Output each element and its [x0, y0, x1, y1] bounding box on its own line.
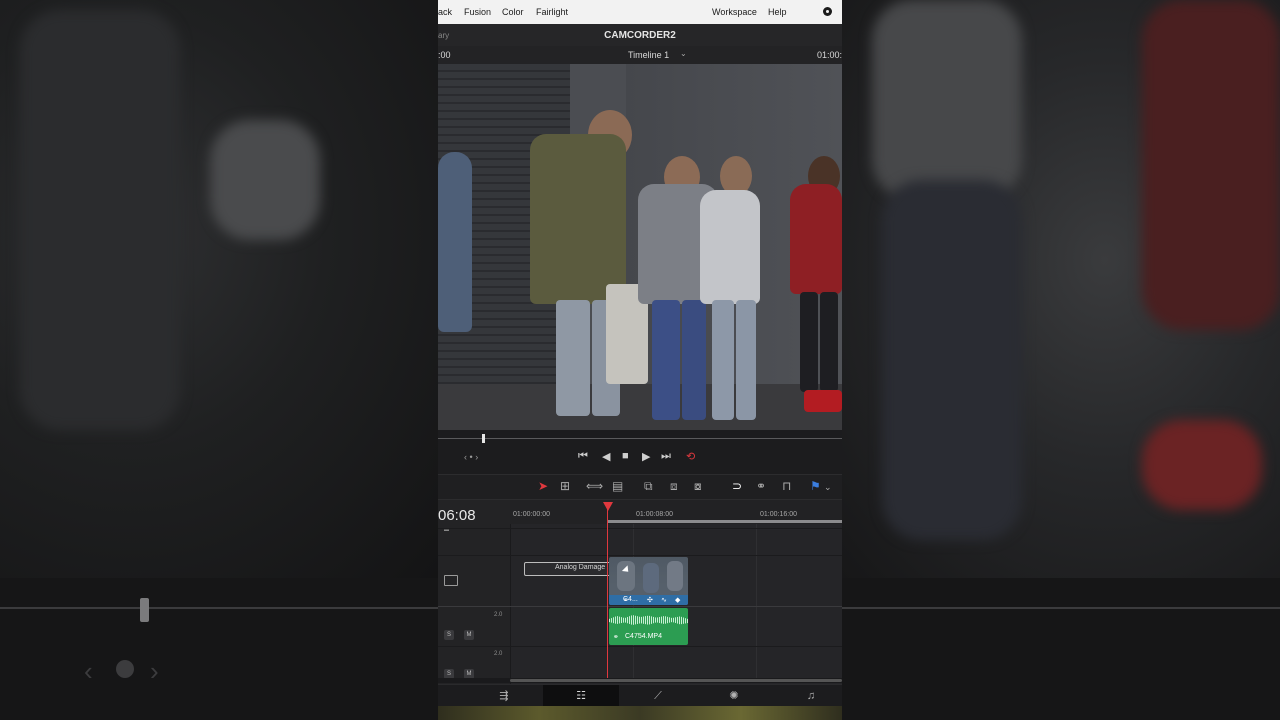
jog-right-icon[interactable]: ›	[475, 452, 478, 462]
audio-clip[interactable]: ⚭ C4754.MP4	[609, 608, 688, 645]
blade-tool-icon[interactable]: ▤	[612, 479, 623, 493]
link-icon: ⚭	[613, 634, 619, 641]
background-scrub-thumb	[140, 598, 149, 622]
solo-button[interactable]: S	[444, 630, 454, 640]
menu-item-fusion[interactable]: Fusion	[464, 7, 491, 17]
title-bar: ary CAMCORDER2	[438, 24, 842, 46]
title-clip-label: Analog Damage	[555, 564, 606, 571]
menu-bar: ack Fusion Color Fairlight Workspace Hel…	[438, 0, 842, 24]
go-to-end-icon[interactable]: ⏭	[661, 450, 671, 463]
loop-icon[interactable]: ⟲	[686, 450, 695, 463]
transport-controls: ‹ • › ⏮ ◀ ■ ▶ ⏭ ⟲	[438, 446, 842, 468]
track-divider	[438, 646, 842, 647]
ruler-tick-label: 01:00:00:00	[513, 511, 550, 518]
effects-icon: ✣	[647, 597, 653, 604]
video-viewer[interactable]	[438, 64, 842, 430]
record-icon[interactable]	[823, 7, 832, 16]
menu-item-fairlight[interactable]: Fairlight	[536, 7, 568, 17]
source-timecode: :00	[438, 50, 451, 60]
insert-clip-icon[interactable]: ⧉	[644, 479, 653, 494]
flag-icon[interactable]: ⚑	[810, 479, 821, 493]
background-right-panel	[842, 0, 1280, 578]
blurred-figure	[872, 0, 1022, 200]
grid-line	[756, 524, 757, 680]
chevron-down-icon[interactable]: ⌄	[680, 49, 687, 58]
blurred-figure	[1142, 420, 1262, 510]
video-track-icon	[444, 575, 458, 586]
track-divider	[438, 555, 842, 556]
playhead-handle[interactable]	[603, 502, 613, 511]
play-icon[interactable]: ▶	[642, 450, 650, 463]
blurred-figure	[882, 180, 1022, 540]
dynamic-trim-icon[interactable]: ⟺	[586, 479, 603, 493]
edit-toolbar: ➤ ⊞ ⟺ ▤ ⧉ ⧈ ⧇ ⊃ ⚭ ⊓ ⚑ ⌄	[438, 474, 842, 500]
chevron-left-icon: ‹	[84, 656, 93, 686]
jog-dot-icon[interactable]: •	[470, 452, 473, 462]
blurred-figure	[210, 120, 320, 240]
audio-channel-label: 2.0	[494, 612, 503, 618]
menu-item-color[interactable]: Color	[502, 7, 524, 17]
project-title: CAMCORDER2	[604, 30, 676, 41]
video-clip[interactable]: ⚭ C4... ✣ ∿ ◆	[609, 557, 688, 605]
playhead[interactable]	[607, 502, 608, 678]
jog-control[interactable]: ‹ • ›	[464, 452, 478, 462]
replace-clip-icon[interactable]: ⧇	[694, 479, 702, 494]
viewer-header: :00 Timeline 1 ⌄ 01:00:	[438, 46, 842, 64]
timeline-timecode: 06:08	[438, 507, 476, 524]
color-page-icon[interactable]: ✺	[696, 685, 772, 707]
page-navigation-bar: ⇶ ☷ ⟋ ✺ ♫	[438, 684, 842, 709]
cut-page-icon[interactable]: ⇶	[466, 685, 542, 707]
selection-tool-icon[interactable]: ➤	[538, 479, 548, 493]
fusion-page-icon[interactable]: ⟋	[620, 685, 696, 707]
background-scrub-line	[0, 607, 438, 609]
jog-left-icon[interactable]: ‹	[464, 452, 467, 462]
viewer-scrub-handle[interactable]	[482, 434, 485, 443]
keyframe-icon: ◆	[675, 597, 681, 604]
ruler-tick-label: 01:00:16:00	[760, 511, 797, 518]
snapping-icon[interactable]: ⊃	[732, 479, 742, 493]
viewer-scrub-bar[interactable]	[438, 438, 842, 439]
timeline-panel: 06:08 ▬ 2.0 S M 2.0 S M 01:00:00:00 01:0…	[438, 500, 842, 684]
audio-channel-label: 2.0	[494, 651, 503, 657]
linked-selection-icon[interactable]: ⚭	[756, 479, 766, 493]
dot-icon	[116, 660, 134, 678]
record-timecode: 01:00:	[816, 50, 842, 60]
mute-button[interactable]: M	[464, 630, 474, 640]
clip-thumbnail-figure	[643, 563, 659, 593]
timeline-selector[interactable]: Timeline 1	[628, 50, 669, 60]
audio-waveform	[609, 615, 688, 625]
in-out-range-bar[interactable]	[608, 520, 842, 523]
stop-icon[interactable]: ■	[622, 450, 629, 462]
trim-tool-icon[interactable]: ⊞	[560, 479, 570, 493]
chevron-down-icon[interactable]: ⌄	[824, 482, 832, 493]
blurred-figure	[1142, 0, 1280, 330]
video-clip-name: C4...	[623, 596, 638, 603]
fairlight-page-icon[interactable]: ♫	[773, 685, 842, 707]
lock-icon[interactable]: ⊓	[782, 479, 791, 493]
play-reverse-icon[interactable]: ◀	[602, 450, 610, 463]
chevron-right-icon: ›	[150, 656, 159, 686]
clip-thumbnail-figure	[667, 561, 683, 591]
ruler-tick-label: 01:00:08:00	[636, 511, 673, 518]
video-clip-label-strip: ⚭ C4... ✣ ∿ ◆	[609, 595, 688, 605]
resolve-app-window: ack Fusion Color Fairlight Workspace Hel…	[438, 0, 842, 720]
go-to-start-icon[interactable]: ⏮	[578, 450, 588, 463]
timeline-scrollbar-thumb[interactable]	[510, 679, 842, 682]
menu-item-playback[interactable]: ack	[438, 7, 452, 17]
curve-icon: ∿	[661, 597, 667, 604]
track-divider	[438, 528, 842, 529]
track-divider	[438, 606, 842, 607]
background-foliage	[438, 706, 842, 720]
menu-item-workspace[interactable]: Workspace	[712, 7, 757, 17]
overwrite-clip-icon[interactable]: ⧈	[670, 479, 678, 494]
menu-item-help[interactable]: Help	[768, 7, 787, 17]
ground	[438, 384, 842, 430]
audio-clip-name: C4754.MP4	[625, 633, 662, 640]
background-left-panel	[0, 0, 438, 578]
background-scrub-line	[842, 607, 1280, 609]
blurred-figure	[20, 10, 180, 430]
timeline-scrollbar[interactable]	[438, 678, 842, 683]
